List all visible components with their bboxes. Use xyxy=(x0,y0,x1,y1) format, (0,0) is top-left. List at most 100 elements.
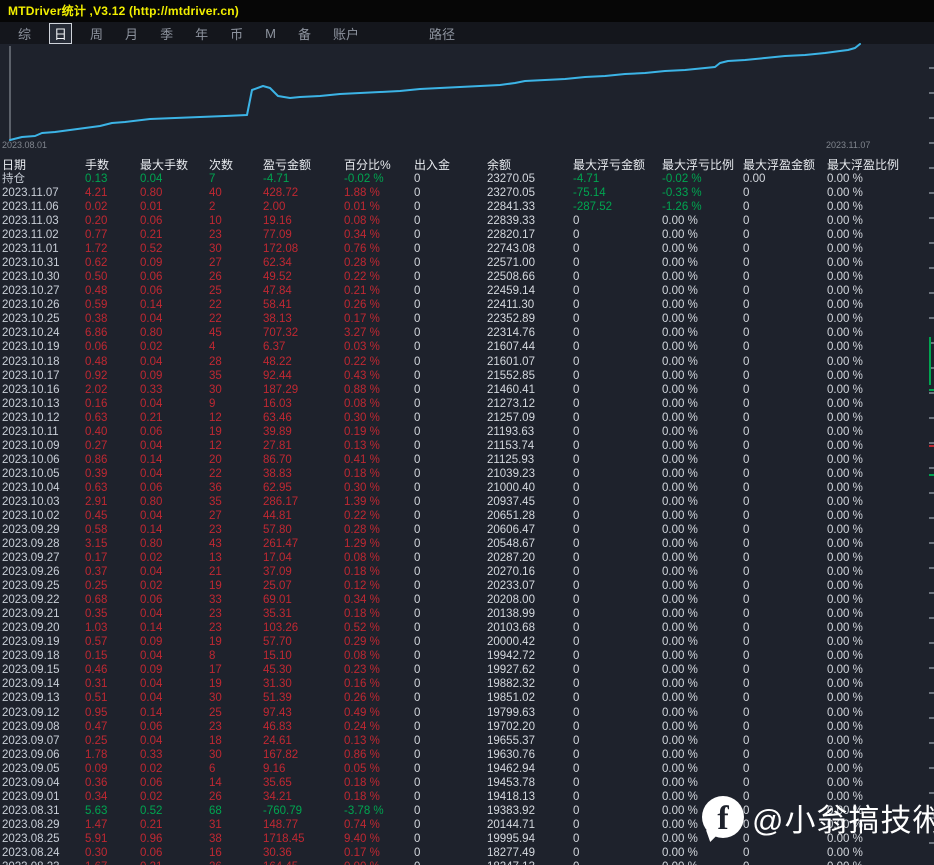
table-row[interactable]: 2023.09.270.170.021317.040.08 %020287.20… xyxy=(0,551,934,565)
cell-max-float-profit-pct: 0.00 % xyxy=(827,860,863,865)
cell-max-float-loss: 0 xyxy=(573,523,579,537)
minimap-red-dash xyxy=(929,445,934,447)
cell-percent: 0.76 % xyxy=(344,242,380,256)
table-row[interactable]: 2023.10.060.860.142086.700.41 %021125.93… xyxy=(0,453,934,467)
cell-max-float-loss-pct: 0.00 % xyxy=(662,818,698,832)
cell-max-float-profit: 0 xyxy=(743,284,749,298)
menu-item-路径[interactable]: 路径 xyxy=(425,23,459,44)
table-row[interactable]: 2023.10.020.450.042744.810.22 %020651.28… xyxy=(0,509,934,523)
table-row[interactable]: 2023.10.270.480.062547.840.21 %022459.14… xyxy=(0,284,934,298)
cell-balance: 19942.72 xyxy=(487,649,535,663)
table-row[interactable]: 2023.10.050.390.042238.830.18 %021039.23… xyxy=(0,467,934,481)
table-row[interactable]: 2023.10.040.630.063662.950.30 %021000.40… xyxy=(0,481,934,495)
cell-lots: 0.25 xyxy=(85,579,107,593)
cell-max-float-profit-pct: 0.00 % xyxy=(827,593,863,607)
cell-max-float-loss: 0 xyxy=(573,734,579,748)
cell-date: 2023.11.06 xyxy=(2,200,59,214)
table-row[interactable]: 2023.09.120.950.142597.430.49 %019799.63… xyxy=(0,706,934,720)
minimap-green-segment xyxy=(929,337,931,385)
table-row[interactable]: 2023.09.070.250.041824.610.13 %019655.37… xyxy=(0,734,934,748)
table-row[interactable]: 2023.10.032.910.8035286.171.39 %020937.4… xyxy=(0,495,934,509)
table-row[interactable]: 2023.11.020.770.212377.090.34 %022820.17… xyxy=(0,228,934,242)
cell-percent: 0.23 % xyxy=(344,663,380,677)
menu-item-综[interactable]: 综 xyxy=(14,23,35,44)
cell-times: 45 xyxy=(209,326,222,340)
table-row[interactable]: 2023.09.260.370.042137.090.18 %020270.16… xyxy=(0,565,934,579)
table-row[interactable]: 2023.10.130.160.04916.030.08 %021273.120… xyxy=(0,397,934,411)
cell-pl-amount: 164.45 xyxy=(263,860,298,865)
table-row[interactable]: 2023.10.190.060.0246.370.03 %021607.4400… xyxy=(0,340,934,354)
menu-item-年[interactable]: 年 xyxy=(191,23,212,44)
cell-in-out: 0 xyxy=(414,397,420,411)
cell-pl-amount: 167.82 xyxy=(263,748,298,762)
table-row[interactable]: 2023.09.040.360.061435.650.18 %019453.78… xyxy=(0,776,934,790)
table-row[interactable]: 2023.11.074.210.8040428.721.88 %023270.0… xyxy=(0,186,934,200)
table-row[interactable]: 2023.11.030.200.061019.160.08 %022839.33… xyxy=(0,214,934,228)
cell-date: 2023.10.16 xyxy=(2,383,60,397)
table-row[interactable]: 2023.09.220.680.063369.010.34 %020208.00… xyxy=(0,593,934,607)
cell-max-lots: 0.52 xyxy=(140,242,162,256)
cell-percent: 1.88 % xyxy=(344,186,380,200)
table-row[interactable]: 2023.09.080.470.062346.830.24 %019702.20… xyxy=(0,720,934,734)
table-row[interactable]: 2023.10.162.020.3330187.290.88 %021460.4… xyxy=(0,383,934,397)
menu-item-月[interactable]: 月 xyxy=(121,23,142,44)
cell-max-lots: 0.14 xyxy=(140,523,162,537)
cell-date: 2023.09.19 xyxy=(2,635,60,649)
table-row[interactable]: 2023.08.231.670.2126164.450.90 %018247.1… xyxy=(0,860,934,865)
cell-max-lots: 0.02 xyxy=(140,790,162,804)
cell-max-float-loss-pct: 0.00 % xyxy=(662,355,698,369)
table-row[interactable]: 2023.09.210.350.042335.310.18 %020138.99… xyxy=(0,607,934,621)
menu-item-季[interactable]: 季 xyxy=(156,23,177,44)
cell-max-float-loss: 0 xyxy=(573,846,579,860)
cell-max-float-profit: 0 xyxy=(743,860,749,865)
table-row[interactable]: 2023.09.283.150.8043261.471.29 %020548.6… xyxy=(0,537,934,551)
menu-item-周[interactable]: 周 xyxy=(86,23,107,44)
table-row[interactable]: 2023.10.120.630.211263.460.30 %021257.09… xyxy=(0,411,934,425)
table-row[interactable]: 2023.09.290.580.142357.800.28 %020606.47… xyxy=(0,523,934,537)
table-row[interactable]: 2023.09.140.310.041931.300.16 %019882.32… xyxy=(0,677,934,691)
table-row[interactable]: 2023.10.300.500.062649.520.22 %022508.66… xyxy=(0,270,934,284)
cell-max-float-profit-pct: 0.00 % xyxy=(827,411,863,425)
table-row[interactable]: 2023.10.250.380.042238.130.17 %022352.89… xyxy=(0,312,934,326)
scroll-minimap[interactable] xyxy=(929,44,934,865)
table-row[interactable]: 2023.11.060.020.0122.000.01 %022841.33-2… xyxy=(0,200,934,214)
cell-max-float-loss-pct: -1.26 % xyxy=(662,200,702,214)
menu-item-币[interactable]: 币 xyxy=(226,23,247,44)
menu-item-M[interactable]: M xyxy=(261,25,280,42)
table-row[interactable]: 2023.09.061.780.3330167.820.86 %019630.7… xyxy=(0,748,934,762)
table-row[interactable]: 2023.10.110.400.061939.890.19 %021193.63… xyxy=(0,425,934,439)
cell-in-out: 0 xyxy=(414,663,420,677)
table-row[interactable]: 2023.09.130.510.043051.390.26 %019851.02… xyxy=(0,691,934,705)
cell-max-float-profit-pct: 0.00 % xyxy=(827,256,863,270)
menu-bar: 综日周月季年币M备账户 路径 xyxy=(0,22,934,44)
cell-date: 2023.10.05 xyxy=(2,467,60,481)
table-row[interactable]: 2023.10.090.270.041227.810.13 %021153.74… xyxy=(0,439,934,453)
table-row[interactable]: 2023.10.310.620.092762.340.28 %022571.00… xyxy=(0,256,934,270)
equity-line xyxy=(10,44,860,140)
cell-max-float-loss: 0 xyxy=(573,579,579,593)
cell-max-float-loss: 0 xyxy=(573,551,579,565)
cell-date: 2023.09.27 xyxy=(2,551,60,565)
cell-max-float-loss: 0 xyxy=(573,635,579,649)
cell-max-float-loss: 0 xyxy=(573,425,579,439)
table-row[interactable]: 2023.09.250.250.021925.070.12 %020233.07… xyxy=(0,579,934,593)
table-row[interactable]: 持仓0.130.047-4.71-0.02 %023270.05-4.71-0.… xyxy=(0,172,934,186)
menu-item-日[interactable]: 日 xyxy=(49,23,72,44)
table-row[interactable]: 2023.10.260.590.142258.410.26 %022411.30… xyxy=(0,298,934,312)
table-row[interactable]: 2023.11.011.720.5230172.080.76 %022743.0… xyxy=(0,242,934,256)
cell-balance: 19927.62 xyxy=(487,663,535,677)
menu-item-账户[interactable]: 账户 xyxy=(329,23,363,44)
table-row[interactable]: 2023.10.180.480.042848.220.22 %021601.07… xyxy=(0,355,934,369)
table-row[interactable]: 2023.10.246.860.8045707.323.27 %022314.7… xyxy=(0,326,934,340)
cell-balance: 20606.47 xyxy=(487,523,535,537)
table-row[interactable]: 2023.09.190.570.091957.700.29 %020000.42… xyxy=(0,635,934,649)
cell-max-float-profit-pct: 0.00 % xyxy=(827,397,863,411)
table-row[interactable]: 2023.08.240.300.061630.360.17 %018277.49… xyxy=(0,846,934,860)
table-row[interactable]: 2023.10.170.920.093592.440.43 %021552.85… xyxy=(0,369,934,383)
table-row[interactable]: 2023.09.050.090.0269.160.05 %019462.9400… xyxy=(0,762,934,776)
table-row[interactable]: 2023.09.201.030.1423103.260.52 %020103.6… xyxy=(0,621,934,635)
table-row[interactable]: 2023.09.180.150.04815.100.08 %019942.720… xyxy=(0,649,934,663)
cell-max-float-profit: 0 xyxy=(743,846,749,860)
menu-item-备[interactable]: 备 xyxy=(294,23,315,44)
table-row[interactable]: 2023.09.150.460.091745.300.23 %019927.62… xyxy=(0,663,934,677)
